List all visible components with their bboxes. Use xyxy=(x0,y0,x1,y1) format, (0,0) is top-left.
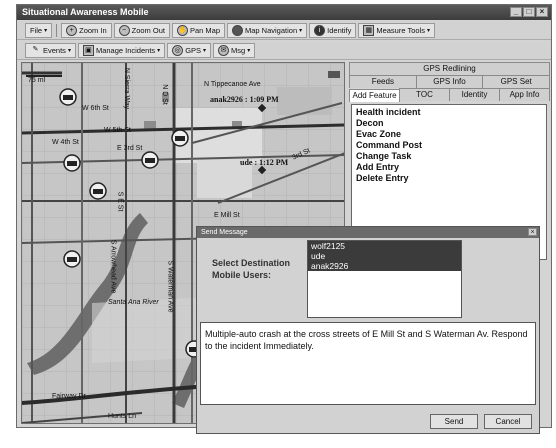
title-bar: Situational Awareness Mobile _ □ × xyxy=(17,5,551,20)
map-navigation-button[interactable]: Map Navigation ▾ xyxy=(227,22,308,38)
unit-label-anak: anak2926 : 1:09 PM xyxy=(210,95,279,104)
secondary-toolbar: ✎ Events ▾ ▣ Manage Incidents ▾ ◎ GPS ▾ ✉ Msg ▾ xyxy=(17,41,551,60)
tab-gps-set[interactable]: GPS Set xyxy=(482,75,551,88)
list-item[interactable]: Decon xyxy=(356,118,542,129)
list-item[interactable]: Health incident xyxy=(356,107,542,118)
user-item[interactable]: anak2926 xyxy=(308,261,461,271)
info-icon: i xyxy=(314,24,326,36)
maximize-button[interactable]: □ xyxy=(523,7,535,17)
zoom-out-icon: − xyxy=(118,24,130,36)
zoom-in-button[interactable]: + Zoom In xyxy=(61,22,112,38)
mobile-users-list[interactable]: wolf2125 ude anak2926 xyxy=(307,240,462,318)
events-button[interactable]: ✎ Events ▾ xyxy=(25,42,76,58)
street-label: N Sierra Way xyxy=(123,67,131,110)
tab-add-feature[interactable]: Add Feature xyxy=(349,89,400,102)
vehicle-marker-icon xyxy=(63,154,81,172)
dialog-close-button[interactable]: × xyxy=(528,228,537,236)
street-label: W 5th St xyxy=(104,127,131,134)
list-item[interactable]: Delete Entry xyxy=(356,173,542,184)
send-message-dialog: Send Message × Select Destination Mobile… xyxy=(196,226,540,434)
street-label: N Tippecanoe Ave xyxy=(204,81,261,88)
tab-feeds[interactable]: Feeds xyxy=(349,75,417,88)
street-label: Fairway Dr xyxy=(52,393,86,400)
gps-button[interactable]: ◎ GPS ▾ xyxy=(167,42,212,58)
street-label: S Arrowhead Ave xyxy=(109,239,117,294)
vehicle-marker-icon xyxy=(141,151,159,169)
globe-icon xyxy=(232,24,243,36)
tab-app-info[interactable]: App Info xyxy=(499,88,550,101)
user-item[interactable]: ude xyxy=(308,251,461,261)
dialog-title-bar: Send Message × xyxy=(197,227,539,238)
list-item[interactable]: Evac Zone xyxy=(356,129,542,140)
minimize-button[interactable]: _ xyxy=(510,7,522,17)
street-label: Hunts Ln xyxy=(108,413,137,420)
zoom-in-icon: + xyxy=(66,24,78,36)
list-item[interactable]: Add Entry xyxy=(356,162,542,173)
street-label: E Mill St xyxy=(214,212,240,219)
pan-hand-icon: ✋ xyxy=(176,24,188,36)
scale-label: 75 ml xyxy=(28,77,46,84)
pencil-icon: ✎ xyxy=(32,45,39,53)
file-menu-button[interactable]: File ▾ xyxy=(25,22,53,38)
window-title: Situational Awareness Mobile xyxy=(22,7,149,17)
close-button[interactable]: × xyxy=(536,7,548,17)
gps-icon: ◎ xyxy=(172,44,184,56)
street-label: E 3rd St xyxy=(117,145,143,152)
measure-tools-button[interactable]: ▦ Measure Tools ▾ xyxy=(358,22,435,38)
identify-button[interactable]: i Identify xyxy=(309,22,357,38)
destination-label: Select Destination Mobile Users: xyxy=(212,258,291,280)
tab-gps-info[interactable]: GPS Info xyxy=(415,75,484,88)
tab-row-1: Feeds GPS Info GPS Set xyxy=(349,75,551,88)
main-toolbar: File ▾ + Zoom In − Zoom Out ✋ Pan Map Map Na… xyxy=(17,21,551,40)
tab-gps-redlining[interactable]: GPS Redlining xyxy=(349,62,550,75)
street-label: S Waterman Ave xyxy=(166,260,174,313)
unit-label-ude: ude : 1:12 PM xyxy=(240,158,289,167)
zoom-out-button[interactable]: − Zoom Out xyxy=(113,22,170,38)
ruler-icon: ▦ xyxy=(363,24,375,36)
street-label: W 4th St xyxy=(52,139,79,146)
manage-incidents-button[interactable]: ▣ Manage Incidents ▾ xyxy=(77,42,166,58)
msg-button[interactable]: ✉ Msg ▾ xyxy=(213,42,256,58)
list-item[interactable]: Command Post xyxy=(356,140,542,151)
message-icon: ✉ xyxy=(218,44,230,56)
dialog-title: Send Message xyxy=(201,229,248,236)
street-label: S E St xyxy=(116,191,124,212)
cancel-button[interactable]: Cancel xyxy=(484,414,532,429)
vehicle-marker-icon xyxy=(171,129,189,147)
user-item[interactable]: wolf2125 xyxy=(308,241,461,251)
vehicle-marker-icon xyxy=(59,88,77,106)
list-item[interactable]: Change Task xyxy=(356,151,542,162)
tab-row-2: Add Feature TOC Identity App Info xyxy=(349,88,550,102)
tab-toc[interactable]: TOC xyxy=(399,88,450,101)
send-button[interactable]: Send xyxy=(430,414,478,429)
street-label: W 6th St xyxy=(82,105,109,112)
street-label: N D St xyxy=(160,84,168,105)
message-textarea[interactable]: Multiple-auto crash at the cross streets… xyxy=(200,322,536,405)
vehicle-marker-icon xyxy=(89,182,107,200)
pan-map-button[interactable]: ✋ Pan Map xyxy=(171,22,225,38)
vehicle-marker-icon xyxy=(63,250,81,268)
incident-icon: ▣ xyxy=(82,44,94,56)
tab-row-header: GPS Redlining xyxy=(349,62,550,75)
tab-identity[interactable]: Identity xyxy=(449,88,500,101)
street-label: Santa Ana River xyxy=(108,299,159,306)
